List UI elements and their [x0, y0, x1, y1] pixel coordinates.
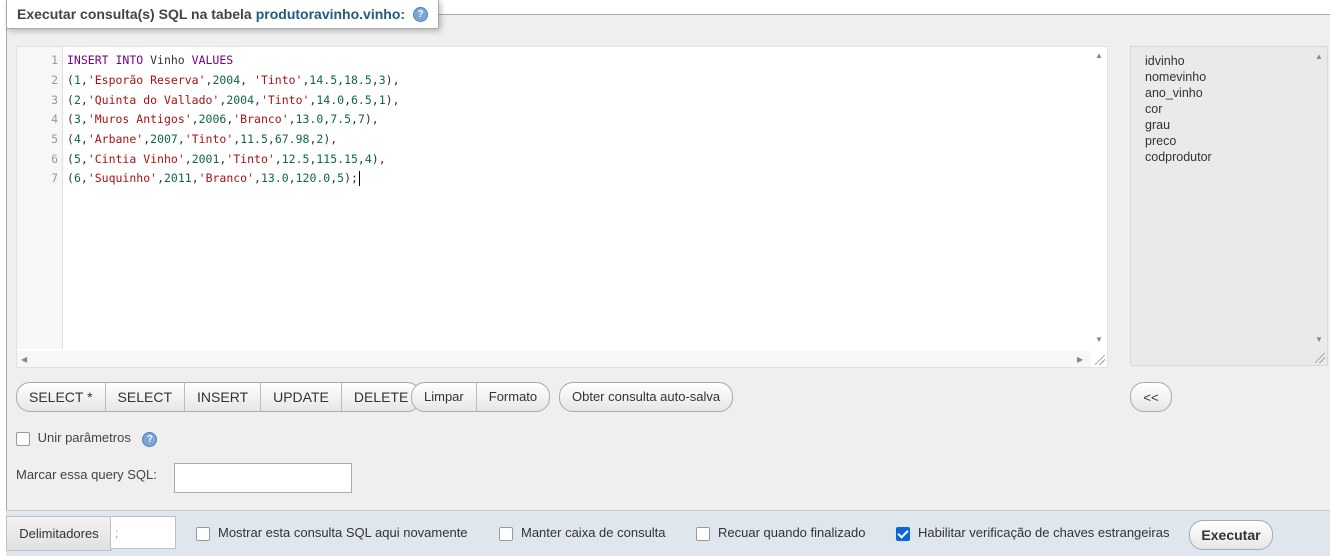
help-icon[interactable]: ? [142, 432, 158, 447]
code-line[interactable]: (6,'Suquinho',2011,'Branco',13.0,120.0,5… [67, 171, 360, 186]
resize-handle-icon[interactable] [1095, 355, 1105, 365]
scroll-up-icon[interactable]: ▲ [1095, 51, 1103, 60]
editor-action-buttons: Limpar Formato [411, 382, 551, 412]
option-keep-box[interactable]: Manter caixa de consulta [499, 525, 666, 541]
code-line[interactable]: (3,'Muros Antigos',2006,'Branco',13.0,7.… [67, 112, 379, 126]
scroll-down-icon[interactable]: ▼ [1315, 335, 1323, 344]
bookmark-input[interactable] [174, 463, 352, 493]
collapse-columns-button[interactable]: << [1130, 382, 1172, 412]
line-number: 1 [51, 53, 58, 67]
code-line[interactable]: INSERT INTO Vinho VALUES [67, 53, 233, 67]
line-number: 5 [51, 132, 58, 146]
line-number: 4 [51, 112, 58, 126]
column-item[interactable]: cor [1145, 102, 1162, 116]
scroll-right-icon[interactable]: ▶ [1077, 355, 1083, 364]
execute-button[interactable]: Executar [1189, 520, 1273, 550]
select-button[interactable]: SELECT [106, 383, 186, 411]
bind-parameters-row: Unir parâmetros ? [16, 430, 158, 447]
show-query-label: Mostrar esta consulta SQL aqui novamente [218, 525, 468, 540]
sql-editor[interactable]: 1 2 3 4 5 6 7 INSERT INTO Vinho VALUES (1… [16, 46, 1108, 368]
update-button[interactable]: UPDATE [261, 383, 342, 411]
insert-button[interactable]: INSERT [185, 383, 262, 411]
panel-title-table[interactable]: produtoravinho.vinho: [256, 6, 405, 22]
delete-button[interactable]: DELETE [342, 383, 420, 411]
rollback-label: Recuar quando finalizado [718, 525, 866, 540]
delimiter-label: Delimitadores [6, 516, 112, 551]
show-query-checkbox[interactable] [196, 526, 210, 541]
option-foreign-keys[interactable]: Habilitar verificação de chaves estrange… [896, 525, 1169, 541]
code-line[interactable]: (4,'Arbane',2007,'Tinto',11.5,67.98,2), [67, 132, 337, 146]
format-button[interactable]: Formato [477, 383, 549, 411]
editor-horizontal-scrollbar[interactable]: ◀ ▶ [17, 351, 1091, 367]
column-item[interactable]: grau [1145, 118, 1170, 132]
line-number-gutter: 1 2 3 4 5 6 7 [17, 47, 63, 349]
autosave-query-button[interactable]: Obter consulta auto-salva [560, 383, 732, 411]
editor-vertical-scrollbar[interactable]: ▲ ▼ [1091, 47, 1107, 349]
select-star-button[interactable]: SELECT * [17, 383, 106, 411]
resize-handle-icon[interactable] [1315, 353, 1325, 363]
column-item[interactable]: ano_vinho [1145, 86, 1203, 100]
option-rollback[interactable]: Recuar quando finalizado [696, 525, 865, 541]
line-number: 6 [51, 152, 58, 166]
line-number: 7 [51, 171, 58, 185]
help-icon[interactable]: ? [413, 6, 429, 22]
foreign-keys-label: Habilitar verificação de chaves estrange… [918, 525, 1170, 540]
bookmark-label: Marcar essa query SQL: [16, 467, 157, 482]
scroll-down-icon[interactable]: ▼ [1095, 335, 1103, 344]
foreign-keys-checkbox[interactable] [896, 526, 910, 541]
bind-parameters-checkbox[interactable] [16, 431, 30, 446]
rollback-checkbox[interactable] [696, 526, 710, 541]
code-line[interactable]: (1,'Esporão Reserva',2004, 'Tinto',14.5,… [67, 73, 400, 87]
column-item[interactable]: idvinho [1145, 54, 1185, 68]
line-number: 2 [51, 73, 58, 87]
scroll-left-icon[interactable]: ◀ [21, 355, 27, 364]
text-cursor [358, 171, 360, 186]
panel-title-prefix: Executar consulta(s) SQL na tabela [17, 6, 252, 22]
bottom-toolbar: Delimitadores ; Mostrar esta consulta SQ… [6, 510, 1330, 556]
scroll-up-icon[interactable]: ▲ [1315, 52, 1323, 61]
panel-title: Executar consulta(s) SQL na tabela produ… [6, 0, 440, 29]
autosave-button-wrap: Obter consulta auto-salva [559, 382, 734, 412]
line-number: 3 [51, 93, 58, 107]
bind-parameters-label: Unir parâmetros [37, 430, 131, 445]
delimiter-input[interactable]: ; [110, 516, 176, 549]
query-template-buttons: SELECT * SELECT INSERT UPDATE DELETE [16, 382, 422, 412]
code-line[interactable]: (5,'Cintia Vinho',2001,'Tinto',12.5,115.… [67, 152, 386, 166]
option-show-query[interactable]: Mostrar esta consulta SQL aqui novamente [196, 525, 468, 541]
keep-box-checkbox[interactable] [499, 526, 513, 541]
clear-button[interactable]: Limpar [412, 383, 477, 411]
columns-list[interactable]: idvinho nomevinho ano_vinho cor grau pre… [1130, 46, 1328, 366]
column-item[interactable]: preco [1145, 134, 1176, 148]
column-item[interactable]: codprodutor [1145, 150, 1212, 164]
keep-box-label: Manter caixa de consulta [521, 525, 666, 540]
code-line[interactable]: (2,'Quinta do Vallado',2004,'Tinto',14.0… [67, 93, 400, 107]
column-item[interactable]: nomevinho [1145, 70, 1206, 84]
